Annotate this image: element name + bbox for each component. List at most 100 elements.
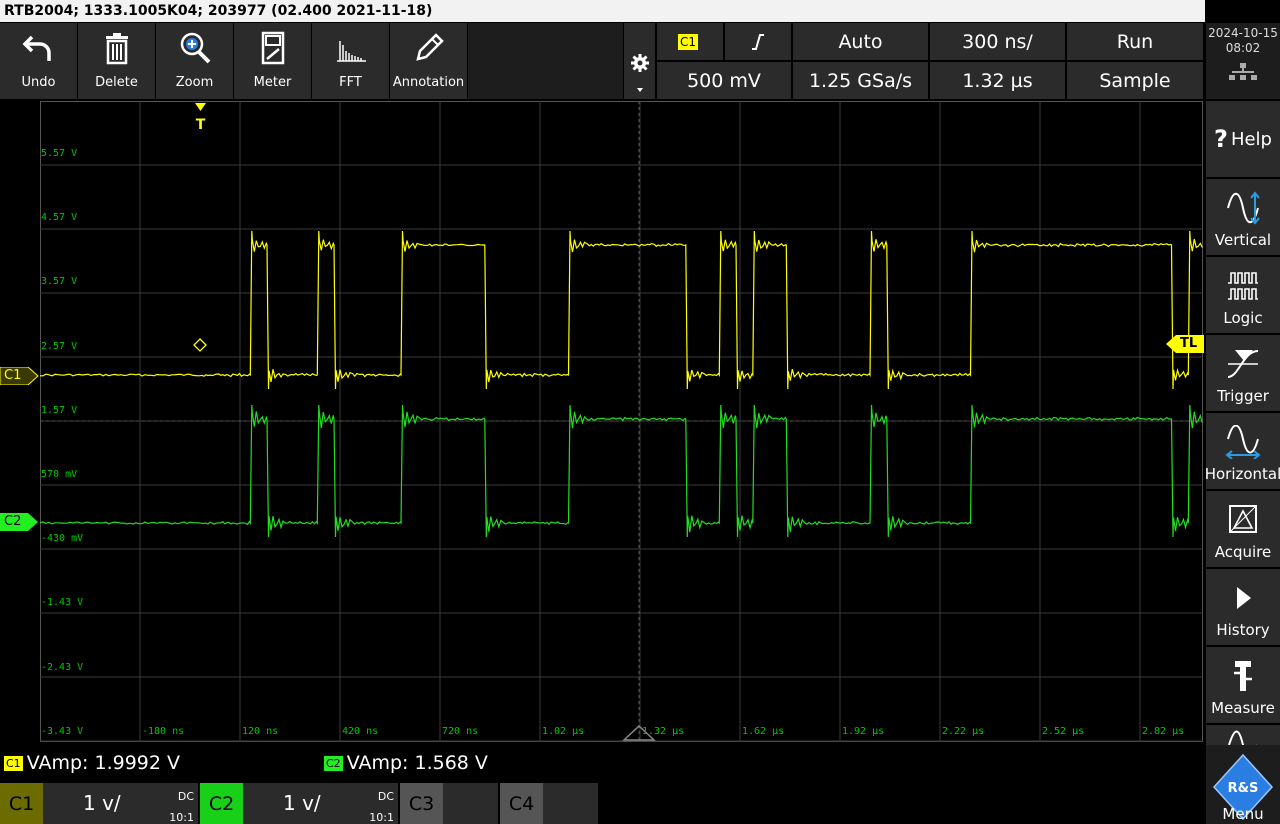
measurement-ch2[interactable]: C2 VAmp: 1.568 V — [324, 752, 488, 774]
channel-c1-probe: 10:1 — [169, 811, 194, 824]
sidebar-item-help[interactable]: ? Help — [1206, 101, 1280, 177]
clock-time: 08:02 — [1225, 41, 1261, 55]
title-bar: RTB2004; 1333.1005K04; 203977 (02.400 20… — [0, 0, 1205, 22]
measurement-ch1[interactable]: C1 VAmp: 1.9992 V — [4, 752, 180, 774]
sidebar-item-horizontal[interactable]: Horizontal — [1204, 413, 1280, 489]
trash-icon — [105, 33, 128, 65]
sidebar-item-logic[interactable]: Logic — [1206, 257, 1280, 333]
y-axis-label: -3.43 V — [41, 725, 84, 737]
trigger-icon — [1227, 350, 1259, 378]
meter-label: Meter — [253, 75, 292, 90]
trigger-slope[interactable] — [725, 23, 791, 60]
channel-tile-c1[interactable]: C1 1 v/ DC 10:1 — [0, 783, 198, 824]
channel-c3-body — [443, 783, 498, 824]
trigger-point-diamond — [193, 338, 207, 352]
meter-icon — [261, 31, 284, 65]
sidebar-item-vertical[interactable]: Vertical — [1206, 179, 1280, 255]
acquisition-info-panel: C1 Auto 300 ns/ Run 500 mV 1.25 GSa/s 1.… — [657, 23, 1203, 99]
zoom-label: Zoom — [175, 75, 214, 90]
acquire-mode[interactable]: Sample — [1067, 62, 1203, 99]
delete-button[interactable]: Delete — [78, 23, 155, 99]
sidebar-item-history[interactable]: History — [1206, 569, 1280, 645]
channel-tile-c3[interactable]: C3 — [400, 783, 498, 824]
pencil-icon — [415, 33, 444, 61]
ch1-waveform — [40, 230, 1203, 390]
undo-button[interactable]: Undo — [0, 23, 77, 99]
ch1-marker-label: C1 — [4, 368, 22, 383]
channel-c4-name: C4 — [500, 783, 543, 824]
channel-c1-body: 1 v/ DC 10:1 — [43, 783, 198, 824]
delete-label: Delete — [95, 75, 138, 90]
fft-icon — [336, 41, 366, 62]
help-icon: ? — [1214, 125, 1228, 153]
channel-c4-body — [543, 783, 598, 824]
measurement-ch2-badge: C2 — [324, 755, 343, 771]
zoom-button[interactable]: Zoom — [156, 23, 233, 99]
ch1-offset-marker[interactable]: C1 — [0, 366, 40, 386]
clock: 2024-10-15 08:02 — [1206, 23, 1280, 99]
ch2-marker-label: C2 — [4, 514, 22, 529]
sidebar-item-acquire-label: Acquire — [1214, 543, 1272, 561]
channel-tile-c4[interactable]: C4 — [500, 783, 598, 824]
trigger-level[interactable]: 500 mV — [657, 62, 791, 99]
sidebar-item-trigger[interactable]: Trigger — [1206, 335, 1280, 411]
y-axis-label: -1.43 V — [41, 597, 84, 609]
channel-c2-coupling-info: DC 10:1 — [369, 786, 394, 824]
horizontal-icon — [1225, 425, 1261, 459]
channel-c2-probe: 10:1 — [369, 811, 394, 824]
play-icon — [1237, 587, 1251, 609]
meter-button[interactable]: Meter — [234, 23, 311, 99]
y-axis-label: 4.57 V — [41, 212, 78, 224]
annotation-button[interactable]: Annotation — [390, 23, 467, 99]
sample-rate[interactable]: 1.25 GSa/s — [793, 62, 928, 99]
sidebar-item-measure[interactable]: Measure — [1206, 647, 1280, 723]
run-state[interactable]: Run — [1067, 23, 1203, 60]
trigger-source-badge: C1 — [678, 33, 699, 50]
x-axis-label: 420 ns — [342, 726, 379, 737]
sidebar-item-trigger-label: Trigger — [1217, 387, 1269, 405]
trigger-mode[interactable]: Auto — [793, 23, 928, 60]
channel-c2-name: C2 — [200, 783, 243, 824]
channel-c2-body: 1 v/ DC 10:1 — [243, 783, 398, 824]
time-scale[interactable]: 300 ns/ — [930, 23, 1065, 60]
menu-button[interactable]: R&S Menu — [1206, 745, 1280, 824]
trigger-source[interactable]: C1 — [657, 23, 723, 60]
y-axis-label: 3.57 V — [41, 276, 78, 288]
time-position[interactable]: 1.32 µs — [930, 62, 1065, 99]
y-axis-label: 1.57 V — [41, 404, 78, 416]
trigger-level-marker[interactable]: TL — [1164, 335, 1204, 353]
svg-text:R&S: R&S — [1228, 781, 1259, 796]
fft-label: FFT — [339, 75, 362, 90]
channel-tile-c2[interactable]: C2 1 v/ DC 10:1 — [200, 783, 398, 824]
x-axis-label: 2.22 µs — [942, 726, 985, 737]
settings-button[interactable] — [624, 23, 655, 99]
rising-edge-icon — [752, 33, 764, 50]
x-axis-label: 1.32 µs — [642, 726, 685, 737]
x-axis-label: 1.62 µs — [742, 726, 785, 737]
vertical-icon — [1227, 191, 1260, 225]
waveform-display[interactable]: T — [40, 101, 1203, 742]
annotation-label: Annotation — [392, 75, 465, 90]
x-axis-label: 2.82 µs — [1142, 726, 1185, 737]
x-axis-label: 1.02 µs — [542, 726, 585, 737]
x-axis-label: -180 ns — [142, 726, 185, 737]
sidebar-item-acquire[interactable]: Acquire — [1206, 491, 1280, 567]
channel-c1-coupling-info: DC 10:1 — [169, 786, 194, 824]
measurement-ch2-value: VAmp: 1.568 V — [346, 752, 488, 774]
measurement-ch1-badge: C1 — [4, 755, 23, 771]
x-axis-label: 1.92 µs — [842, 726, 885, 737]
trigger-position-marker — [195, 103, 206, 111]
zoom-icon — [180, 32, 210, 64]
fft-button[interactable]: FFT — [312, 23, 389, 99]
sidebar: ? Help Vertical Logic Trigger Horizontal… — [1204, 101, 1280, 767]
sidebar-item-horizontal-label: Horizontal — [1204, 465, 1280, 483]
graticule — [40, 101, 1203, 742]
sidebar-item-vertical-label: Vertical — [1214, 231, 1272, 249]
ch2-waveform — [40, 404, 1203, 538]
ch2-offset-marker[interactable]: C2 — [0, 513, 40, 531]
gear-icon — [630, 54, 649, 72]
trigger-position-label: T — [196, 117, 206, 133]
sidebar-item-history-label: History — [1216, 621, 1270, 639]
y-axis-label: 570 mV — [41, 469, 78, 480]
y-axis-label: 2.57 V — [41, 340, 78, 352]
